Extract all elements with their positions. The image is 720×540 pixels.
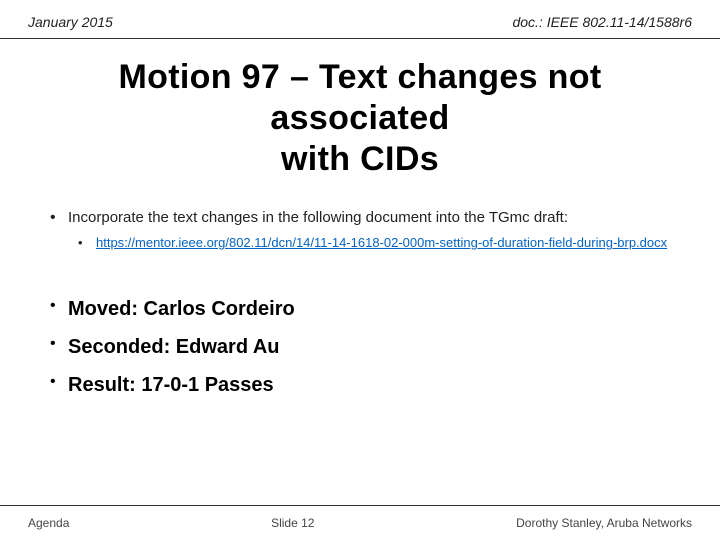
- footer-left: Agenda: [28, 516, 69, 530]
- footer-center: Slide 12: [271, 516, 314, 530]
- result-text-2: Result: 17-0-1 Passes: [68, 371, 274, 399]
- title-line2: with CIDs: [281, 140, 439, 178]
- bullet-text-1-label: Incorporate the text changes in the foll…: [68, 209, 568, 226]
- results-section: • Moved: Carlos Cordeiro • Seconded: Edw…: [0, 275, 720, 419]
- result-dot-0: •: [50, 297, 68, 315]
- result-text-1: Seconded: Edward Au: [68, 333, 280, 361]
- result-dot-2: •: [50, 373, 68, 391]
- sub-bullet-dot-1: •: [78, 234, 96, 252]
- result-item-2: • Result: 17-0-1 Passes: [50, 371, 670, 399]
- result-item-0: • Moved: Carlos Cordeiro: [50, 295, 670, 323]
- result-item-1: • Seconded: Edward Au: [50, 333, 670, 361]
- sub-bullet-1: • https://mentor.ieee.org/802.11/dcn/14/…: [78, 234, 670, 252]
- slide-container: January 2015 doc.: IEEE 802.11-14/1588r6…: [0, 0, 720, 540]
- sub-bullet-link-1[interactable]: https://mentor.ieee.org/802.11/dcn/14/11…: [96, 234, 667, 252]
- slide-title: Motion 97 – Text changes not associated …: [40, 57, 680, 179]
- bullet-dot-1: •: [50, 209, 68, 227]
- result-text-0: Moved: Carlos Cordeiro: [68, 295, 295, 323]
- footer-right: Dorothy Stanley, Aruba Networks: [516, 516, 692, 530]
- header-date: January 2015: [28, 14, 113, 30]
- title-line1: Motion 97 – Text changes not associated: [118, 58, 601, 137]
- content-section: • Incorporate the text changes in the fo…: [0, 197, 720, 274]
- header-doc-ref: doc.: IEEE 802.11-14/1588r6: [512, 14, 692, 30]
- bullet-text-1: Incorporate the text changes in the foll…: [68, 207, 670, 252]
- result-dot-1: •: [50, 335, 68, 353]
- bullet-item-1: • Incorporate the text changes in the fo…: [50, 207, 670, 252]
- slide-header: January 2015 doc.: IEEE 802.11-14/1588r6: [0, 0, 720, 39]
- title-section: Motion 97 – Text changes not associated …: [0, 49, 720, 197]
- slide-footer: Agenda Slide 12 Dorothy Stanley, Aruba N…: [0, 505, 720, 540]
